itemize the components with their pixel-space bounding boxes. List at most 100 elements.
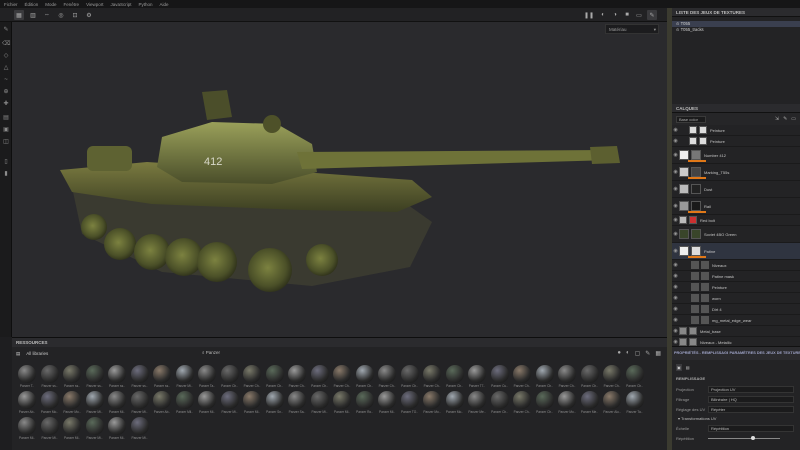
layer-row[interactable]: ◉ Peinture [672, 125, 800, 136]
clone-tool-icon[interactable]: ⊕ [2, 88, 10, 96]
fill-mask-icon[interactable]: ▤ [686, 365, 690, 370]
material-tile[interactable]: Panzer T7.. [466, 365, 488, 391]
envmap-icon[interactable]: ◑ [610, 10, 620, 20]
layer-row[interactable]: ◉ Dirt 4 [672, 304, 800, 315]
visibility-eye-icon[interactable]: ◉ [672, 127, 679, 133]
uv-transform-section[interactable]: ▾ Transformations UV [672, 414, 800, 423]
material-tile[interactable]: Panzer Ch.. [264, 365, 286, 391]
material-tile[interactable]: Panzer Alu.. [601, 391, 623, 417]
record-icon[interactable]: ■ [622, 10, 632, 20]
blend-mode-select[interactable]: Base color [676, 115, 706, 123]
bucket-tool-icon[interactable]: ▤ [2, 114, 10, 122]
layer-row[interactable]: ◉ Marking_T55s [672, 164, 800, 181]
mask-tool-icon[interactable]: ◫ [2, 138, 10, 146]
filter-icon[interactable]: ▤ [16, 351, 20, 357]
visibility-eye-icon[interactable]: ◉ [672, 231, 679, 237]
grid-view-icon[interactable]: ▦ [14, 10, 24, 20]
property-select[interactable]: Répéter [708, 405, 794, 413]
visibility-eye-icon[interactable]: ◉ [672, 328, 679, 334]
settings-icon[interactable]: ⚙ [84, 10, 94, 20]
3d-viewport[interactable]: Matériau 412 [12, 22, 667, 337]
layers-tool-icon[interactable]: ▣ [2, 126, 10, 134]
display-icon[interactable]: ▭ [634, 10, 644, 20]
layer-row[interactable]: ◉ Metal_base [672, 326, 800, 337]
material-tile[interactable]: Panzer Me.. [579, 391, 601, 417]
material-tile[interactable]: Panzer Mi.. [241, 391, 263, 417]
material-tile[interactable]: Panzer Ta.. [624, 391, 646, 417]
resources-search[interactable]: ⌕ Panzer [202, 350, 220, 355]
material-tile[interactable]: Panzer Mi.. [61, 417, 83, 443]
visibility-eye-icon[interactable]: ◉ [672, 284, 679, 290]
light-icon[interactable]: ◐ [598, 10, 608, 20]
smudge-tool-icon[interactable]: ~ [2, 76, 10, 84]
fill-mode-icon[interactable]: ▣ [676, 363, 682, 371]
material-tile[interactable]: Panzer TO.. [399, 391, 421, 417]
layer-row[interactable]: ◉ mg_metal_edge_wear [672, 315, 800, 326]
split-view-icon[interactable]: ▥ [28, 10, 38, 20]
menu-item[interactable]: JavaScript [111, 2, 132, 7]
material-tile[interactable]: Panzer Ch.. [286, 365, 308, 391]
material-tile[interactable]: Panzer Ch.. [534, 365, 556, 391]
material-tile[interactable]: Panzer Mo.. [444, 391, 466, 417]
property-select[interactable]: Bilinéaire | HQ [708, 395, 794, 403]
material-tile[interactable]: Panzer T.. [16, 365, 38, 391]
brush-icon[interactable]: ✎ [645, 350, 650, 357]
layer-row[interactable]: ◉ Niveaux [672, 260, 800, 271]
camera-icon[interactable]: ◎ [56, 10, 66, 20]
bake-icon[interactable]: ⊡ [70, 10, 80, 20]
layer-row[interactable]: ◉ worn [672, 293, 800, 304]
eraser-tool-icon[interactable]: ⌫ [2, 40, 10, 48]
material-tile[interactable]: Panzer ss.. [151, 365, 173, 391]
layer-row[interactable]: ◉ Patine [672, 243, 800, 260]
layer-row[interactable]: ◉ Peinture [672, 282, 800, 293]
material-tile[interactable]: Panzer Ro.. [354, 391, 376, 417]
material-tile[interactable]: Panzer Ta.. [196, 365, 218, 391]
material-tile[interactable]: Panzer Ab.. [16, 391, 38, 417]
tab-fill-properties[interactable]: PROPRIÉTÉS - REMPLISSAGE [672, 347, 728, 360]
menu-item[interactable]: Fenêtre [64, 2, 80, 7]
symmetry-icon[interactable]: ⇔ [42, 10, 52, 20]
material-tile[interactable]: Panzer Ab.. [151, 391, 173, 417]
material-tile[interactable]: Panzer ss.. [84, 365, 106, 391]
material-tile[interactable]: Panzer ss.. [106, 365, 128, 391]
material-tile[interactable]: Panzer Cu.. [489, 365, 511, 391]
material-tile[interactable]: Panzer Sa.. [286, 391, 308, 417]
material-tile[interactable]: Panzer Mo.. [421, 391, 443, 417]
texture-icon[interactable]: ▢ [635, 350, 641, 357]
visibility-eye-icon[interactable]: ◉ [672, 317, 679, 323]
material-tile[interactable]: Panzer Mo.. [39, 391, 61, 417]
menu-item[interactable]: Fichier [4, 2, 18, 7]
add-layer-icon[interactable]: ✎ [783, 116, 787, 122]
visibility-eye-icon[interactable]: ◉ [672, 186, 679, 192]
material-tile[interactable]: Panzer Mi.. [174, 365, 196, 391]
material-tile[interactable]: Panzer Ch.. [579, 365, 601, 391]
material-tile[interactable]: Panzer Ch.. [534, 391, 556, 417]
material-tile[interactable]: Panzer Ch.. [624, 365, 646, 391]
paint-tool-icon[interactable]: ✎ [2, 26, 10, 34]
material-tile[interactable]: Panzer Ch.. [331, 365, 353, 391]
visibility-eye-icon[interactable]: ◉ [672, 217, 679, 223]
material-tile[interactable]: Panzer Ch.. [444, 365, 466, 391]
property-select[interactable]: Projection UV [708, 385, 794, 393]
material-tile[interactable]: Panzer Ch.. [309, 365, 331, 391]
doc-tool-icon[interactable]: ▯ [2, 158, 10, 166]
layer-row[interactable]: ◉ Number 412 [672, 147, 800, 164]
material-tile[interactable]: Panzer Ch.. [489, 391, 511, 417]
visibility-eye-icon[interactable]: ◉ [672, 306, 679, 312]
material-tile[interactable]: Panzer Ch.. [354, 365, 376, 391]
tab-texture-set-settings[interactable]: PARAMÈTRES DES JEUX DE TEXTURES [728, 347, 800, 360]
repeat-slider[interactable] [708, 435, 780, 440]
menu-item[interactable]: Aide [160, 2, 169, 7]
layer-row[interactable]: ◉ Peinture [672, 136, 800, 147]
material-tile[interactable]: Panzer ss.. [129, 365, 151, 391]
tank-model-render[interactable]: 412 [12, 22, 667, 337]
picker-tool-icon[interactable]: ✚ [2, 100, 10, 108]
projection-tool-icon[interactable]: ◇ [2, 52, 10, 60]
layer-row[interactable]: ◉ Soviet 4BO Green [672, 226, 800, 243]
material-tile[interactable]: Panzer Ch.. [421, 365, 443, 391]
menu-item[interactable]: Édition [25, 2, 39, 7]
menu-item[interactable]: Viewport [86, 2, 103, 7]
export-tool-icon[interactable]: ▮ [2, 170, 10, 178]
material-tile[interactable]: Panzer Mi.. [16, 417, 38, 443]
material-tile[interactable]: Panzer Mi.. [129, 417, 151, 443]
